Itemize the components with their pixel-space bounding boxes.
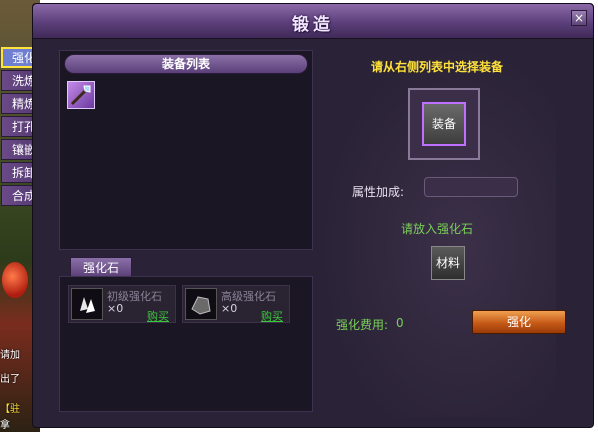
stone-count: ×0 xyxy=(221,302,238,315)
place-stone-prompt: 请放入强化石 xyxy=(400,222,473,236)
equipment-list-header: 装备列表 xyxy=(64,54,308,74)
stone-item-basic: 初级强化石 ×0 购买 xyxy=(68,285,176,323)
material-slot[interactable]: 材料 xyxy=(431,246,465,280)
close-button[interactable]: × xyxy=(571,10,587,26)
equipment-list-title: 装备列表 xyxy=(161,57,210,71)
window-title: 锻造 xyxy=(292,15,334,35)
equipment-frame: 装备 xyxy=(408,88,480,160)
crystal-icon[interactable] xyxy=(71,288,103,320)
stone-panel: 初级强化石 ×0 购买 高级强化石 ×0 购买 xyxy=(59,276,313,412)
spear-icon xyxy=(70,85,91,106)
cost-label: 强化费用: xyxy=(336,318,389,332)
enhance-detail-panel: 请从右侧列表中选择装备 装备 属性加成: 请放入强化石 材料 强化费用: 0 强… xyxy=(318,40,566,418)
stone-tab[interactable]: 强化石 xyxy=(70,257,132,277)
buy-link[interactable]: 购买 xyxy=(261,308,283,324)
lantern-decoration xyxy=(2,262,28,298)
select-equipment-prompt: 请从右侧列表中选择装备 xyxy=(370,60,503,74)
attribute-field xyxy=(424,177,518,197)
buy-link[interactable]: 购买 xyxy=(147,308,169,324)
equipment-item-icon[interactable] xyxy=(67,81,95,109)
enhance-button[interactable]: 强化 xyxy=(472,310,566,334)
stone-item-advanced: 高级强化石 ×0 购买 xyxy=(182,285,290,323)
equipment-list-panel: 装备列表 xyxy=(59,50,313,250)
title-bar[interactable]: 锻造 × xyxy=(33,4,593,39)
equipment-slot[interactable]: 装备 xyxy=(422,102,466,146)
cost-value: 0 xyxy=(396,316,404,330)
attribute-label: 属性加成: xyxy=(352,185,405,199)
ore-icon[interactable] xyxy=(185,288,217,320)
stone-count: ×0 xyxy=(107,302,124,315)
